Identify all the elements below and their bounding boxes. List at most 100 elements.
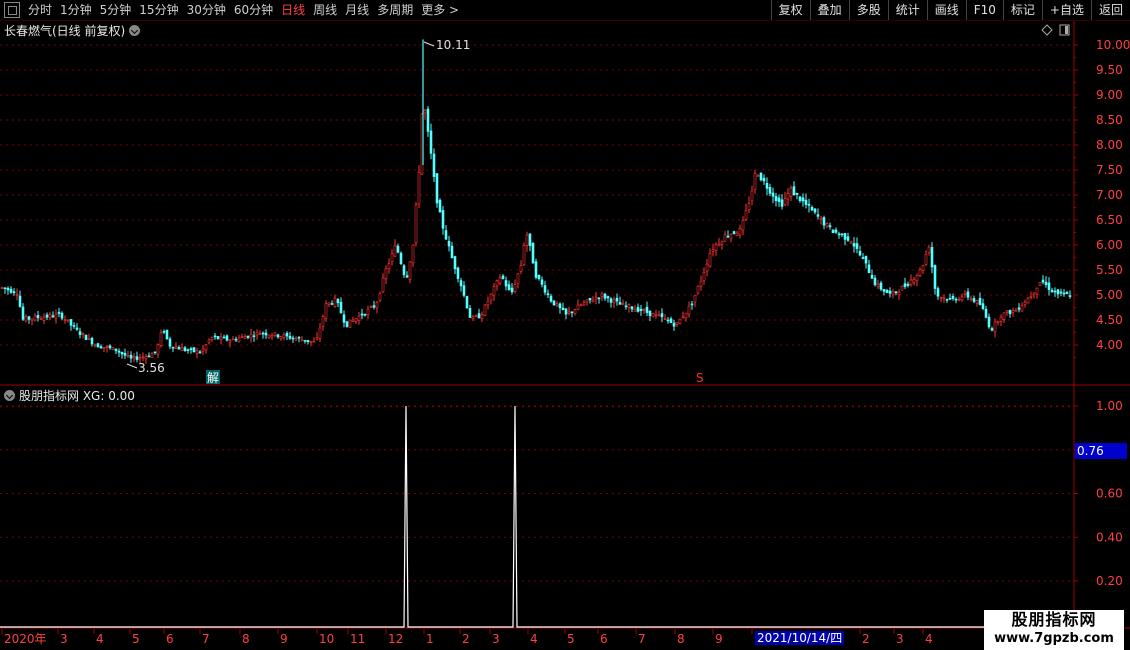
candle-body bbox=[450, 245, 454, 259]
candle-body bbox=[36, 315, 40, 319]
candle-body bbox=[1050, 289, 1054, 293]
candle-body bbox=[390, 253, 394, 263]
time-axis-label: 3 bbox=[60, 632, 68, 646]
candle-body bbox=[534, 261, 538, 278]
candle-body bbox=[522, 245, 526, 266]
candle-body bbox=[72, 325, 76, 327]
watermark-url: www.7gpzb.com bbox=[994, 631, 1114, 646]
low-arrow bbox=[126, 363, 138, 369]
candle-body bbox=[729, 233, 733, 240]
candle-body bbox=[444, 230, 448, 240]
candle-body bbox=[210, 337, 214, 341]
candle-body bbox=[810, 206, 814, 211]
candle-body bbox=[342, 314, 346, 323]
candle-body bbox=[99, 346, 103, 349]
candle-body bbox=[723, 234, 727, 242]
candle-body bbox=[639, 308, 643, 311]
candle-body bbox=[822, 217, 826, 226]
candle-body bbox=[186, 349, 190, 351]
candle-body bbox=[429, 130, 433, 154]
candle-body bbox=[357, 315, 361, 321]
time-axis-label: 4 bbox=[530, 632, 538, 646]
candle-body bbox=[975, 300, 979, 304]
candle-body bbox=[618, 302, 622, 305]
candle-body bbox=[816, 214, 820, 217]
candle-body bbox=[225, 335, 229, 341]
candle-body bbox=[960, 296, 964, 301]
time-axis-label: 8 bbox=[242, 632, 250, 646]
candle-body bbox=[837, 233, 841, 236]
candle-body bbox=[135, 356, 139, 360]
jie-marker[interactable]: 解 bbox=[207, 371, 219, 385]
candle-body bbox=[756, 175, 760, 177]
candle-body bbox=[117, 350, 121, 353]
main-title-row: 长春燃气(日线 前复权) bbox=[4, 21, 144, 39]
candle-body bbox=[132, 356, 136, 359]
candle-body bbox=[468, 308, 472, 318]
candle-body bbox=[423, 110, 427, 114]
candle-body bbox=[306, 339, 310, 343]
candle-body bbox=[573, 309, 577, 314]
candle-body bbox=[657, 314, 661, 317]
chevron-down-icon[interactable] bbox=[4, 389, 15, 401]
candle-body bbox=[510, 287, 514, 293]
candle-body bbox=[606, 296, 610, 299]
price-tick-label: 5.00 bbox=[1096, 288, 1123, 302]
candle-body bbox=[501, 275, 505, 279]
candle-body bbox=[1041, 279, 1045, 283]
candle-body bbox=[402, 265, 406, 276]
candle-body bbox=[537, 274, 541, 279]
candle-body bbox=[333, 297, 337, 307]
candle-body bbox=[678, 318, 682, 325]
candle-body bbox=[120, 351, 124, 355]
candle-body bbox=[159, 332, 163, 346]
candle-body bbox=[588, 297, 592, 301]
candle-body bbox=[372, 305, 376, 308]
candle-body bbox=[177, 346, 181, 350]
indicator-title: 股朋指标网 XG: 0.00 bbox=[19, 388, 135, 403]
candle-body bbox=[393, 245, 397, 257]
candle-body bbox=[198, 351, 202, 354]
candle-body bbox=[516, 273, 520, 284]
candle-body bbox=[906, 283, 910, 286]
candle-body bbox=[894, 291, 898, 294]
candle-body bbox=[297, 336, 301, 339]
candle-body bbox=[693, 294, 697, 303]
candle-body bbox=[840, 233, 844, 236]
candle-body bbox=[705, 263, 709, 272]
time-axis-label: 2 bbox=[862, 632, 870, 646]
candle-body bbox=[426, 108, 430, 132]
s-marker[interactable]: S bbox=[696, 371, 704, 385]
candle-body bbox=[312, 340, 316, 343]
candle-body bbox=[228, 340, 232, 343]
candle-body bbox=[570, 311, 574, 314]
candle-body bbox=[300, 339, 304, 342]
candle-body bbox=[660, 313, 664, 318]
candle-body bbox=[144, 356, 148, 360]
candle-body bbox=[642, 309, 646, 311]
candle-body bbox=[207, 339, 211, 343]
candle-body bbox=[1062, 292, 1066, 295]
candle-body bbox=[0, 287, 4, 289]
candle-body bbox=[669, 318, 673, 323]
candle-body bbox=[1044, 281, 1048, 285]
candle-body bbox=[1065, 292, 1069, 295]
candle-body bbox=[258, 333, 262, 335]
candle-body bbox=[201, 348, 205, 352]
candle-body bbox=[384, 268, 388, 280]
candle-body bbox=[759, 172, 763, 181]
candle-body bbox=[288, 335, 292, 339]
candle-body bbox=[954, 298, 958, 301]
chart-canvas[interactable]: 10.00 9.50 9.00 8.50 8.00 7.50 7.00 6.50 6.00 5.5… bbox=[0, 0, 1130, 650]
candle-body bbox=[204, 344, 208, 351]
candle-body bbox=[441, 210, 445, 229]
diamond-icon[interactable] bbox=[1041, 24, 1053, 36]
main-gridlines bbox=[0, 44, 1074, 346]
candle-body bbox=[753, 172, 757, 191]
candle-body bbox=[114, 348, 118, 352]
candle-body bbox=[900, 285, 904, 291]
candle-body bbox=[75, 327, 79, 330]
candle-body bbox=[375, 302, 379, 309]
chevron-down-icon[interactable] bbox=[129, 24, 141, 36]
candle-body bbox=[189, 348, 193, 350]
